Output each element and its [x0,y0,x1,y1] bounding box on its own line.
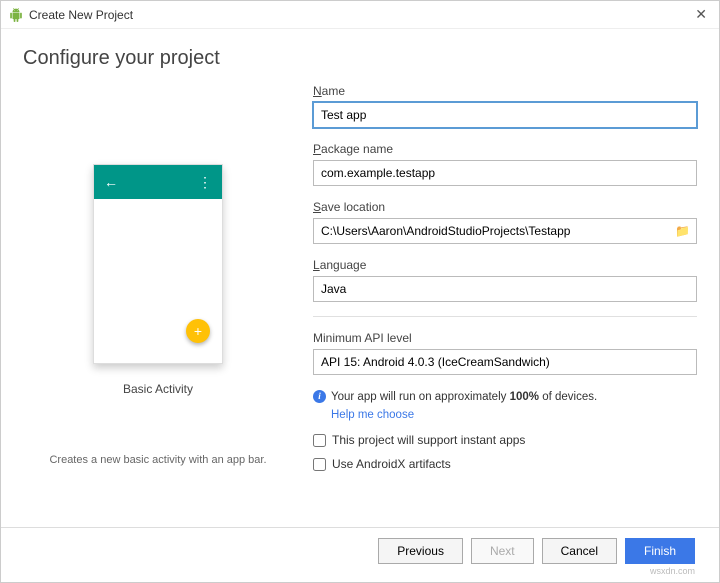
phone-preview: ← ⋮ + [93,164,223,364]
cancel-button[interactable]: Cancel [542,538,617,564]
saveloc-input[interactable] [313,218,697,244]
package-label: Package name [313,142,697,156]
footer-buttons: Previous Next Cancel Finish [1,527,719,582]
next-button: Next [471,538,534,564]
instant-apps-checkbox-input[interactable] [313,434,326,447]
preview-appbar: ← ⋮ [94,165,222,199]
instant-apps-checkbox[interactable]: This project will support instant apps [313,433,697,447]
api-label: Minimum API level [313,331,697,345]
info-icon: i [313,390,326,403]
help-link[interactable]: Help me choose [331,409,414,421]
template-name: Basic Activity [23,382,293,396]
divider [313,316,697,317]
template-description: Creates a new basic activity with an app… [23,454,293,466]
language-label: Language [313,258,697,272]
android-icon [9,8,23,22]
titlebar: Create New Project ✕ [1,1,719,29]
previous-button[interactable]: Previous [378,538,463,564]
finish-button[interactable]: Finish [625,538,695,564]
coverage-note: i Your app will run on approximately 100… [313,389,697,405]
form-panel: Name Package name Save location 📁 Langua… [293,80,697,471]
folder-icon[interactable]: 📁 [675,224,690,238]
name-input[interactable] [313,102,697,128]
fab-icon: + [186,319,210,343]
back-arrow-icon: ← [104,174,118,190]
saveloc-label: Save location [313,200,697,214]
template-preview-panel: ← ⋮ + Basic Activity Creates a new basic… [23,80,293,471]
more-menu-icon: ⋮ [198,174,212,191]
language-select[interactable]: Java [313,276,697,302]
androidx-checkbox-input[interactable] [313,458,326,471]
window-title: Create New Project [29,8,133,22]
package-input[interactable] [313,160,697,186]
api-select[interactable]: API 15: Android 4.0.3 (IceCreamSandwich) [313,349,697,375]
androidx-checkbox[interactable]: Use AndroidX artifacts [313,457,697,471]
page-title: Configure your project [1,29,719,80]
name-label: Name [313,84,697,98]
close-button[interactable]: ✕ [691,6,711,23]
